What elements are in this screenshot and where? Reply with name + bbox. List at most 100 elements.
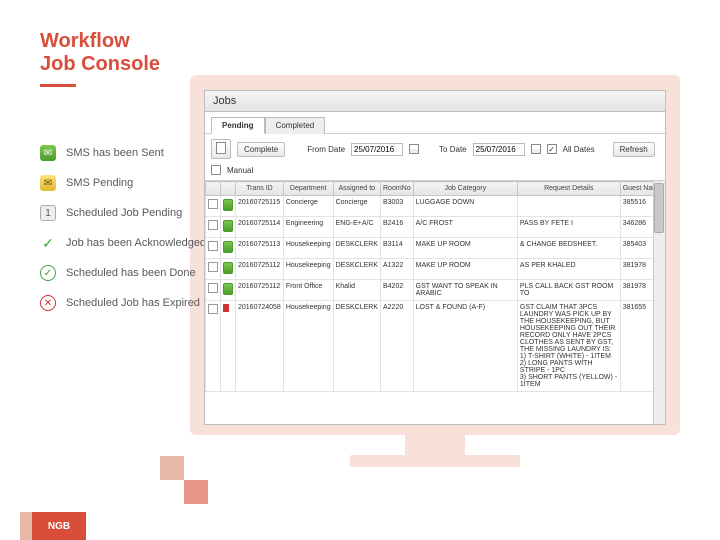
cell-dept: Engineering xyxy=(283,217,333,238)
column-header[interactable]: Request Details xyxy=(517,182,620,196)
refresh-button[interactable]: Refresh xyxy=(613,142,655,157)
column-header[interactable]: RoomNo xyxy=(381,182,414,196)
cell-details: GST CLAIM THAT 3PCS LAUNDRY WAS PICK UP … xyxy=(517,301,620,392)
column-header[interactable]: Department xyxy=(283,182,333,196)
sms-sent-icon xyxy=(223,220,233,232)
sms-sent-icon xyxy=(223,283,233,295)
sms-sent-icon xyxy=(223,241,233,253)
tab-pending[interactable]: Pending xyxy=(211,117,265,134)
calendar-icon[interactable] xyxy=(531,144,541,154)
cell-room: A2220 xyxy=(381,301,414,392)
priority-flag-icon xyxy=(223,304,229,312)
table-row[interactable]: 20160725112HousekeepingDESKCLERKA1322MAK… xyxy=(206,259,665,280)
window-title: Jobs xyxy=(205,91,665,112)
column-header[interactable] xyxy=(221,182,236,196)
monitor-base xyxy=(350,455,520,467)
cell-room: B4202 xyxy=(381,280,414,301)
cell-assigned: DESKCLERK xyxy=(333,301,380,392)
column-header[interactable]: Assigned to xyxy=(333,182,380,196)
tabs: PendingCompleted xyxy=(205,112,665,134)
title-line-2: Job Console xyxy=(40,53,160,76)
title-line-1: Workflow xyxy=(40,30,160,53)
cell-assigned: Khalid xyxy=(333,280,380,301)
cell-assigned: Concierge xyxy=(333,196,380,217)
decor-square-dark xyxy=(184,480,208,504)
manual-label: Manual xyxy=(227,166,253,175)
row-checkbox[interactable] xyxy=(208,199,218,209)
sms-sent-icon: ✉ xyxy=(40,145,56,161)
cell-details: AS PER KHALED xyxy=(517,259,620,280)
table-row[interactable]: 20160725113HousekeepingDESKCLERKB3114MAK… xyxy=(206,238,665,259)
sms-sent-icon xyxy=(223,262,233,274)
cell-cat: GST WANT TO SPEAK IN ARABIC xyxy=(413,280,517,301)
cell-room: B2416 xyxy=(381,217,414,238)
row-checkbox[interactable] xyxy=(208,241,218,251)
row-checkbox[interactable] xyxy=(208,304,218,314)
tab-completed[interactable]: Completed xyxy=(265,117,326,134)
complete-button[interactable]: Complete xyxy=(237,142,285,157)
cell-trans: 20160725115 xyxy=(236,196,284,217)
cell-trans: 20160725112 xyxy=(236,280,284,301)
sched-done-icon: ✓ xyxy=(40,265,56,281)
legend-label: Scheduled Job has Expired xyxy=(66,297,200,309)
row-checkbox[interactable] xyxy=(208,262,218,272)
cell-details: PLS CALL BACK GST ROOM TO xyxy=(517,280,620,301)
sms-sent-icon xyxy=(223,199,233,211)
legend-label: SMS has been Sent xyxy=(66,147,164,159)
cell-details: PASS BY FETE I xyxy=(517,217,620,238)
cell-cat: A/C FROST xyxy=(413,217,517,238)
row-checkbox[interactable] xyxy=(208,220,218,230)
all-dates-checkbox[interactable]: ✓ xyxy=(547,144,557,154)
legend-label: Job has been Acknowledged xyxy=(66,237,206,249)
column-header[interactable] xyxy=(206,182,221,196)
column-header[interactable]: Trans ID xyxy=(236,182,284,196)
legend-label: Scheduled Job Pending xyxy=(66,207,182,219)
table-row[interactable]: 20160725114EngineeringENG-E+A/CB2416A/C … xyxy=(206,217,665,238)
logo-accent xyxy=(20,512,32,540)
table-row[interactable]: 20160725115ConciergeConciergeB3003LUGGAG… xyxy=(206,196,665,217)
jobs-window: Jobs PendingCompleted Complete From Date… xyxy=(204,90,666,425)
decor-square-light xyxy=(160,456,184,480)
row-checkbox[interactable] xyxy=(208,283,218,293)
title-underline xyxy=(40,84,76,87)
cell-dept: Housekeeping xyxy=(283,238,333,259)
from-date-label: From Date xyxy=(307,145,345,154)
sched-exp-icon: ✕ xyxy=(40,295,56,311)
cell-trans: 20160725112 xyxy=(236,259,284,280)
calendar-icon[interactable] xyxy=(409,144,419,154)
all-dates-label: All Dates xyxy=(563,145,595,154)
new-job-button[interactable] xyxy=(211,139,231,159)
cell-trans: 20160725114 xyxy=(236,217,284,238)
table-row[interactable]: 20160724058HousekeepingDESKCLERKA2220LOS… xyxy=(206,301,665,392)
manual-checkbox[interactable] xyxy=(211,165,221,175)
toolbar: Complete From Date To Date ✓ All Dates R… xyxy=(205,134,665,181)
cell-room: A1322 xyxy=(381,259,414,280)
cell-cat: MAKE UP ROOM xyxy=(413,259,517,280)
ngb-logo: NGB xyxy=(32,512,86,540)
to-date-label: To Date xyxy=(439,145,467,154)
vertical-scrollbar[interactable] xyxy=(653,181,665,424)
document-icon xyxy=(216,142,226,154)
scroll-thumb[interactable] xyxy=(654,183,664,233)
cell-dept: Concierge xyxy=(283,196,333,217)
cell-dept: Housekeeping xyxy=(283,301,333,392)
cell-assigned: ENG-E+A/C xyxy=(333,217,380,238)
column-header[interactable]: Job Category xyxy=(413,182,517,196)
cell-room: B3003 xyxy=(381,196,414,217)
cell-trans: 20160724058 xyxy=(236,301,284,392)
cell-cat: LOST & FOUND (A-F) xyxy=(413,301,517,392)
monitor-stand xyxy=(405,435,465,455)
page-title: Workflow Job Console xyxy=(40,30,160,76)
cell-dept: Front Office xyxy=(283,280,333,301)
ack-icon: ✓ xyxy=(40,235,56,251)
table-row[interactable]: 20160725112Front OfficeKhalidB4202GST WA… xyxy=(206,280,665,301)
cell-cat: MAKE UP ROOM xyxy=(413,238,517,259)
cell-dept: Housekeeping xyxy=(283,259,333,280)
legend-label: Scheduled has been Done xyxy=(66,267,196,279)
from-date-input[interactable] xyxy=(351,143,403,156)
cell-assigned: DESKCLERK xyxy=(333,259,380,280)
jobs-grid[interactable]: Trans IDDepartmentAssigned toRoomNoJob C… xyxy=(205,181,665,424)
sms-pending-icon: ✉ xyxy=(40,175,56,191)
to-date-input[interactable] xyxy=(473,143,525,156)
cell-trans: 20160725113 xyxy=(236,238,284,259)
